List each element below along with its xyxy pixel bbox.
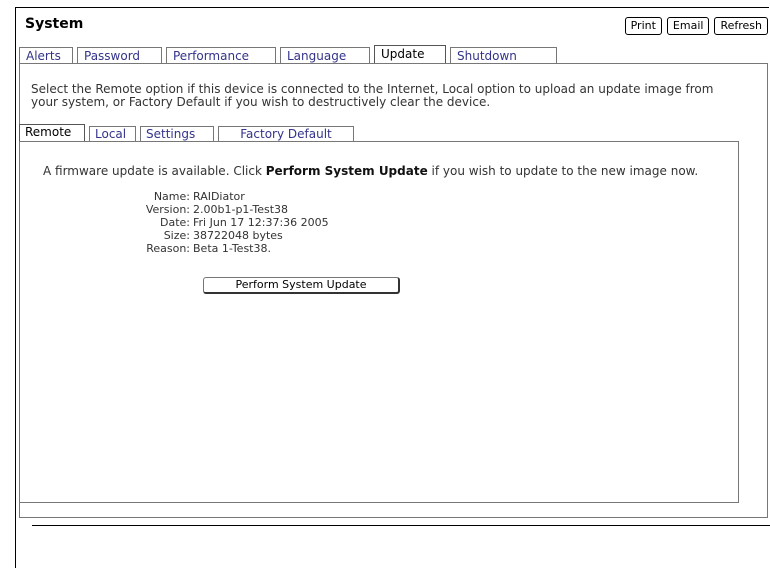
subtab-local[interactable]: Local xyxy=(89,126,136,142)
info-value: Fri Jun 17 12:37:36 2005 xyxy=(193,216,329,229)
tab-update[interactable]: Update xyxy=(374,45,446,64)
tab-alerts[interactable]: Alerts xyxy=(19,47,73,64)
update-subtabs: Remote Local Settings Factory Default xyxy=(19,124,358,142)
refresh-button[interactable]: Refresh xyxy=(714,17,768,35)
tab-language[interactable]: Language xyxy=(280,47,370,64)
info-row-size: Size: 38722048 bytes xyxy=(107,229,487,242)
header-actions: Print Email Refresh xyxy=(624,17,768,35)
info-row-reason: Reason: Beta 1-Test38. xyxy=(107,242,487,255)
tab-password[interactable]: Password xyxy=(77,47,162,64)
email-button[interactable]: Email xyxy=(666,17,710,35)
info-value: Beta 1-Test38. xyxy=(193,242,271,255)
avail-text-bold: Perform System Update xyxy=(265,164,428,178)
subtab-factory-default[interactable]: Factory Default xyxy=(218,126,354,142)
info-label: Name: xyxy=(153,190,190,203)
divider xyxy=(32,525,770,526)
info-label: Date: xyxy=(160,216,190,229)
subtab-settings[interactable]: Settings xyxy=(140,126,214,142)
info-row-name: Name: RAIDiator xyxy=(107,190,487,203)
info-label: Version: xyxy=(145,203,190,216)
update-available-message: A firmware update is available. Click Pe… xyxy=(43,164,698,178)
info-value: 2.00b1-p1-Test38 xyxy=(193,203,289,216)
print-button[interactable]: Print xyxy=(624,17,662,35)
info-label: Size: xyxy=(163,229,190,242)
info-row-version: Version: 2.00b1-p1-Test38 xyxy=(107,203,487,216)
subtab-remote[interactable]: Remote xyxy=(19,124,85,142)
info-value: 38722048 bytes xyxy=(193,229,283,242)
firmware-info: Name: RAIDiator Version: 2.00b1-p1-Test38 … xyxy=(107,190,487,255)
update-intro-text: Select the Remote option if this device … xyxy=(31,82,714,109)
avail-text-pre: A firmware update is available. Click xyxy=(43,164,266,178)
info-row-date: Date: Fri Jun 17 12:37:36 2005 xyxy=(107,216,487,229)
page-title: System xyxy=(25,16,84,32)
main-tabs: Alerts Password Performance Language Upd… xyxy=(19,45,561,64)
avail-text-post: if you wish to update to the new image n… xyxy=(427,164,699,178)
info-label: Reason: xyxy=(146,242,190,255)
tab-performance[interactable]: Performance xyxy=(166,47,276,64)
perform-system-update-button[interactable]: Perform System Update xyxy=(203,277,400,294)
tab-shutdown[interactable]: Shutdown xyxy=(450,47,557,64)
info-value: RAIDiator xyxy=(193,190,245,203)
